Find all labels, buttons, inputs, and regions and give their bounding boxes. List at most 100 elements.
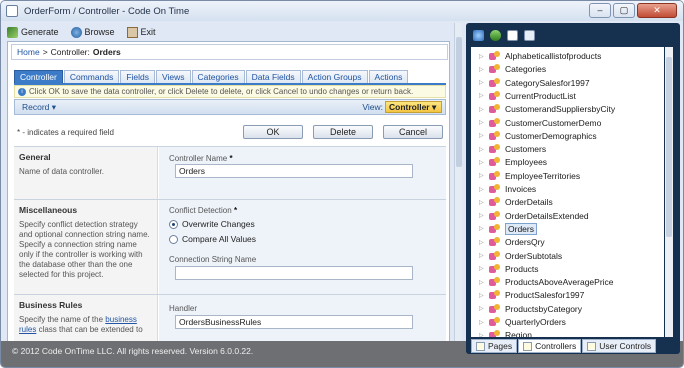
- generate-button[interactable]: Generate: [7, 26, 59, 38]
- controller-icon: [489, 263, 501, 274]
- tree-item-label: QuarterlyOrders: [505, 317, 566, 327]
- expand-arrow-icon[interactable]: ▷: [479, 92, 485, 99]
- list-icon[interactable]: [524, 29, 535, 41]
- expand-arrow-icon[interactable]: ▷: [479, 239, 485, 246]
- tree-item[interactable]: ▷ Orders: [479, 222, 537, 235]
- tree-item[interactable]: ▷ Alphabeticallistofproducts: [479, 50, 601, 62]
- exit-button[interactable]: Exit: [126, 26, 156, 38]
- title-bar: OrderForm / Controller - Code On Time – …: [1, 1, 683, 21]
- expand-arrow-icon[interactable]: ▷: [479, 305, 485, 312]
- expand-arrow-icon[interactable]: ▷: [479, 252, 485, 259]
- tree-item[interactable]: ▷ Employees: [479, 156, 547, 168]
- maximize-button[interactable]: ▢: [613, 3, 635, 18]
- tree-item-label: CustomerCustomerDemo: [505, 117, 602, 128]
- tree-item[interactable]: ▷ Region: [479, 329, 532, 337]
- controller-icon: [489, 184, 501, 194]
- tree-item[interactable]: ▷ ProductSalesfor1997: [479, 289, 584, 301]
- tab-views[interactable]: Views: [156, 70, 191, 83]
- cancel-button[interactable]: Cancel: [383, 125, 443, 139]
- expand-arrow-icon[interactable]: ▷: [479, 146, 485, 153]
- tree-item[interactable]: ▷ Products: [479, 263, 539, 275]
- expand-arrow-icon[interactable]: ▷: [479, 132, 485, 139]
- expand-arrow-icon[interactable]: ▷: [479, 332, 485, 337]
- app-window: OrderForm / Controller - Code On Time – …: [0, 0, 684, 368]
- tree-item[interactable]: ▷ Invoices: [479, 183, 536, 195]
- controller-name-input[interactable]: Orders: [175, 164, 413, 178]
- close-button[interactable]: ✕: [637, 3, 677, 18]
- tree-scrollbar[interactable]: [665, 47, 673, 337]
- tree-item[interactable]: ▷ OrderDetailsExtended: [479, 210, 589, 222]
- expand-arrow-icon[interactable]: ▷: [479, 319, 485, 326]
- delete-button[interactable]: Delete: [313, 125, 373, 139]
- expand-arrow-icon[interactable]: ▷: [479, 79, 485, 86]
- tree-item[interactable]: ▷ CustomerDemographics: [479, 130, 597, 142]
- exit-icon: [126, 26, 138, 38]
- main-panel: Home > Controller: Orders Controller Com…: [7, 41, 450, 342]
- tab-fields[interactable]: Fields: [120, 70, 156, 83]
- tree-item[interactable]: ▷ CategorySalesfor1997: [479, 77, 590, 89]
- handler-input[interactable]: OrdersBusinessRules: [175, 315, 413, 329]
- tree-item[interactable]: ▷ CustomerandSuppliersbyCity: [479, 103, 615, 115]
- expand-arrow-icon[interactable]: ▷: [479, 159, 485, 166]
- tab-controller[interactable]: Controller: [14, 70, 63, 83]
- record-menu[interactable]: Record ▾: [22, 102, 56, 113]
- controller-icon: [489, 64, 501, 74]
- tree-item[interactable]: ▷ Customers: [479, 143, 546, 155]
- business-rules-category: Business Rules Specify the name of the b…: [14, 295, 158, 341]
- breadcrumb-home-link[interactable]: Home: [17, 47, 40, 57]
- expand-arrow-icon[interactable]: ▷: [479, 212, 485, 219]
- tree-item[interactable]: ▷ OrderSubtotals: [479, 250, 562, 262]
- expand-arrow-icon[interactable]: ▷: [479, 53, 485, 60]
- tree-item[interactable]: ▷ QuarterlyOrders: [479, 316, 566, 328]
- minimize-button[interactable]: –: [589, 3, 611, 18]
- tree-item[interactable]: ▷ EmployeeTerritories: [479, 170, 580, 182]
- refresh-icon[interactable]: [490, 29, 501, 41]
- main-scrollbar[interactable]: [454, 23, 462, 341]
- tree-item[interactable]: ▷ OrdersQry: [479, 236, 545, 248]
- connection-string-input[interactable]: [175, 266, 413, 280]
- overwrite-changes-option[interactable]: Overwrite Changes: [169, 219, 255, 229]
- compare-all-values-option[interactable]: Compare All Values: [169, 234, 256, 244]
- expand-arrow-icon[interactable]: ▷: [479, 199, 485, 206]
- expand-arrow-icon[interactable]: ▷: [479, 119, 485, 126]
- expand-arrow-icon[interactable]: ▷: [479, 292, 485, 299]
- expand-arrow-icon[interactable]: ▷: [479, 279, 485, 286]
- tree-item[interactable]: ▷ OrderDetails: [479, 196, 553, 208]
- tree-item[interactable]: ▷ ProductsAboveAveragePrice: [479, 276, 614, 288]
- tree-item[interactable]: ▷ CurrentProductList: [479, 90, 576, 102]
- expand-arrow-icon[interactable]: ▷: [479, 225, 485, 232]
- general-title: General: [19, 152, 51, 162]
- properties-icon[interactable]: [507, 29, 518, 41]
- tab-controllers[interactable]: Controllers: [518, 339, 582, 353]
- tab-categories[interactable]: Categories: [191, 70, 245, 83]
- controller-name-label: Controller Name *: [169, 154, 233, 163]
- sync-icon[interactable]: [473, 29, 484, 41]
- ok-button[interactable]: OK: [243, 125, 303, 139]
- tab-commands[interactable]: Commands: [63, 70, 120, 83]
- misc-description: Specify conflict detection strategy and …: [19, 220, 150, 279]
- tab-pages[interactable]: Pages: [471, 339, 518, 353]
- tree-item[interactable]: ▷ CustomerCustomerDemo: [479, 117, 601, 129]
- tab-actions[interactable]: Actions: [368, 70, 409, 83]
- tree-item-label: CurrentProductList: [505, 90, 576, 101]
- expand-arrow-icon[interactable]: ▷: [479, 106, 485, 113]
- radio-selected[interactable]: [169, 219, 178, 229]
- tab-data-fields[interactable]: Data Fields: [245, 70, 301, 83]
- expand-arrow-icon[interactable]: ▷: [479, 66, 485, 73]
- expand-arrow-icon[interactable]: ▷: [479, 172, 485, 179]
- tree-item[interactable]: ▷ Categories: [479, 63, 546, 75]
- controller-icon: [489, 303, 501, 314]
- tree-item[interactable]: ▷ ProductsbyCategory: [479, 303, 582, 315]
- controller-icon: [489, 330, 501, 337]
- tab-user-controls[interactable]: User Controls: [582, 339, 657, 353]
- expand-arrow-icon[interactable]: ▷: [479, 265, 485, 272]
- view-selector[interactable]: Controller ▾: [385, 101, 442, 113]
- radio-unselected[interactable]: [169, 234, 178, 244]
- tab-action-groups[interactable]: Action Groups: [301, 70, 368, 83]
- scrollbar-thumb[interactable]: [456, 37, 462, 167]
- overwrite-changes-label: Overwrite Changes: [182, 219, 255, 229]
- tree-scrollbar-thumb[interactable]: [666, 57, 672, 237]
- tree-item-label: EmployeeTerritories: [505, 170, 581, 181]
- browse-button[interactable]: Browse: [70, 26, 115, 38]
- expand-arrow-icon[interactable]: ▷: [479, 186, 485, 193]
